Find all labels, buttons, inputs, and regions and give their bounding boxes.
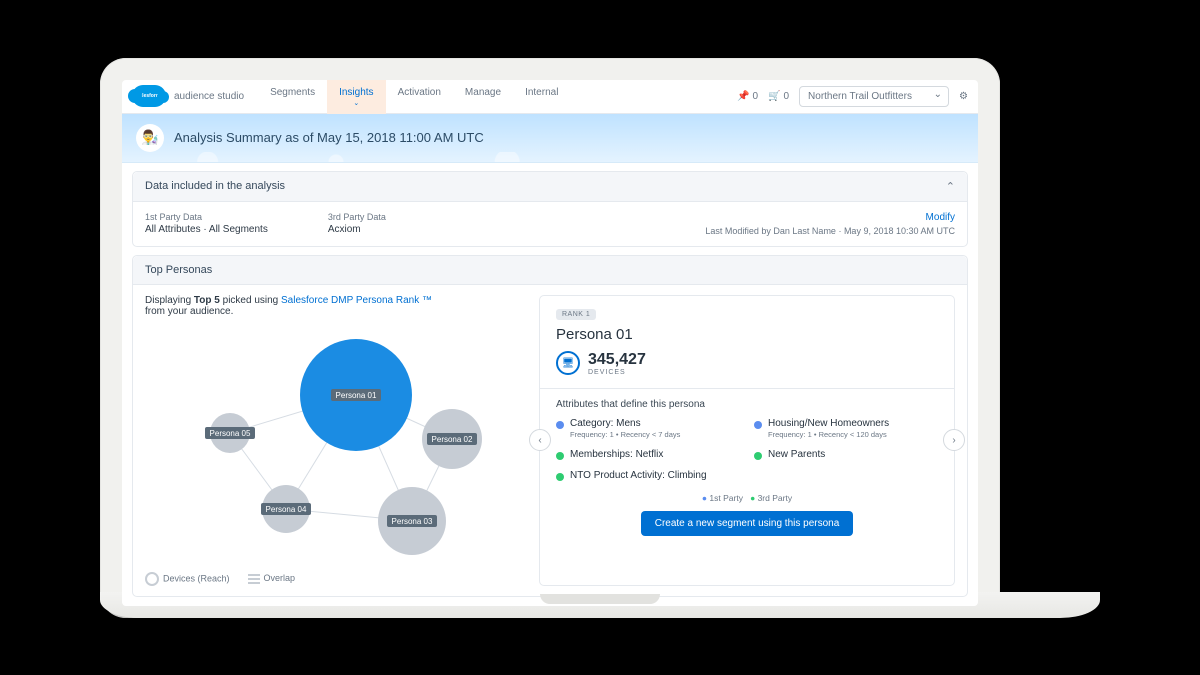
topbar-right: 📌0 🛒0 Northern Trail Outfitters ⚙: [737, 86, 968, 107]
einstein-avatar-icon: 👨‍🔬: [136, 124, 164, 152]
laptop-frame: salesforce audience studio Segments Insi…: [100, 58, 1100, 618]
attribute-item: Memberships: Netflix: [556, 449, 740, 460]
chevron-up-icon[interactable]: ⌃: [946, 180, 955, 193]
attribute-sub: Frequency: 1 • Recency < 120 days: [768, 430, 889, 439]
modify-link[interactable]: Modify: [705, 212, 955, 223]
party-dot-icon: [556, 421, 564, 429]
persona-bubble-label: Persona 03: [392, 517, 433, 526]
attribute-item: NTO Product Activity: Climbing: [556, 470, 740, 481]
device-icon: 🖥: [556, 351, 580, 375]
data-included-title: Data included in the analysis: [145, 180, 285, 192]
rank-badge: RANK 1: [556, 309, 596, 320]
laptop-notch: [540, 594, 660, 604]
product-name: audience studio: [174, 91, 244, 102]
persona-bubble-side: Displaying Top 5 picked using Salesforce…: [145, 295, 527, 586]
persona-bubble-label: Persona 05: [210, 429, 251, 438]
data-included-body: 1st Party Data All Attributes · All Segm…: [133, 202, 967, 246]
cart-icon: 🛒: [768, 91, 780, 102]
attribute-name: Category: Mens: [570, 418, 680, 429]
tab-insights[interactable]: Insights ⌄: [327, 80, 385, 116]
lines-icon: [248, 574, 260, 584]
top-bar: salesforce audience studio Segments Insi…: [122, 80, 978, 114]
pin-icon: 📌: [737, 91, 749, 102]
top-personas-title: Top Personas: [145, 264, 212, 276]
third-party-label: 3rd Party Data: [328, 212, 386, 222]
data-included-header[interactable]: Data included in the analysis ⌃: [133, 172, 967, 202]
persona-bubble-chart: Persona 01 Persona 02 Persona 03 Persona 04…: [145, 323, 527, 563]
app-viewport: salesforce audience studio Segments Insi…: [122, 80, 978, 606]
attribute-sub: Frequency: 1 • Recency < 7 days: [570, 430, 680, 439]
attribute-name: NTO Product Activity: Climbing: [570, 470, 707, 481]
attribute-name: Housing/New Homeowners: [768, 418, 889, 429]
attribute-grid: Category: MensFrequency: 1 • Recency < 7…: [556, 418, 938, 481]
party-dot-icon: [556, 473, 564, 481]
panel-meta: Modify Last Modified by Dan Last Name · …: [705, 212, 955, 236]
first-party-block: 1st Party Data All Attributes · All Segm…: [145, 212, 268, 236]
attribute-item: New Parents: [754, 449, 938, 460]
attribute-name: New Parents: [768, 449, 825, 460]
chevron-down-icon: ⌄: [339, 99, 373, 107]
last-modified: Last Modified by Dan Last Name · May 9, …: [705, 226, 955, 236]
bubble-legend: Devices (Reach) Overlap: [145, 572, 527, 586]
persona-bubble-label: Persona 02: [432, 435, 473, 444]
device-count: 345,427: [588, 351, 646, 369]
prev-persona-button[interactable]: ‹: [529, 429, 551, 451]
third-party-value: Acxiom: [328, 224, 386, 235]
party-legend: ● 1st Party ● 3rd Party: [556, 493, 938, 503]
attributes-heading: Attributes that define this persona: [556, 399, 938, 410]
gear-icon[interactable]: ⚙: [959, 91, 968, 102]
first-party-label: 1st Party Data: [145, 212, 268, 222]
device-row: 🖥 345,427 DEVICES: [556, 351, 938, 376]
create-segment-button[interactable]: Create a new segment using this persona: [641, 511, 854, 536]
salesforce-logo-icon: salesforce: [132, 85, 166, 107]
top-personas-header: Top Personas: [133, 256, 967, 285]
persona-description: Displaying Top 5 picked using Salesforce…: [145, 295, 527, 317]
tab-manage[interactable]: Manage: [453, 80, 513, 116]
first-party-value: All Attributes · All Segments: [145, 224, 268, 235]
nav-tabs: Segments Insights ⌄ Activation Manage In…: [258, 80, 570, 116]
legend-devices: Devices (Reach): [145, 572, 230, 586]
persona-rank-link[interactable]: Salesforce DMP Persona Rank ™: [281, 295, 432, 306]
party-dot-icon: [754, 421, 762, 429]
persona-name: Persona 01: [556, 326, 938, 343]
attribute-item: Category: MensFrequency: 1 • Recency < 7…: [556, 418, 740, 439]
pin-indicator[interactable]: 📌0: [737, 91, 758, 102]
next-persona-button[interactable]: ›: [943, 429, 965, 451]
top-personas-panel: Top Personas Displaying Top 5 picked usi…: [132, 255, 968, 597]
tab-insights-label: Insights: [339, 87, 373, 98]
party-dot-icon: [754, 452, 762, 460]
attribute-name: Memberships: Netflix: [570, 449, 663, 460]
divider: [540, 388, 954, 389]
tab-activation[interactable]: Activation: [386, 80, 453, 116]
device-label: DEVICES: [588, 369, 646, 376]
party-dot-icon: [556, 452, 564, 460]
persona-bubble-label: Persona 01: [336, 391, 377, 400]
tab-segments[interactable]: Segments: [258, 80, 327, 116]
attribute-item: Housing/New HomeownersFrequency: 1 • Rec…: [754, 418, 938, 439]
tab-internal[interactable]: Internal: [513, 80, 570, 116]
data-included-panel: Data included in the analysis ⌃ 1st Part…: [132, 171, 968, 247]
summary-banner: 👨‍🔬 Analysis Summary as of May 15, 2018 …: [122, 114, 978, 163]
top-personas-body: Displaying Top 5 picked using Salesforce…: [133, 285, 967, 596]
third-party-block: 3rd Party Data Acxiom: [328, 212, 386, 236]
screen-bezel: salesforce audience studio Segments Insi…: [100, 58, 1000, 618]
persona-bubble-label: Persona 04: [266, 505, 307, 514]
cart-indicator[interactable]: 🛒0: [768, 91, 789, 102]
circle-icon: [145, 572, 159, 586]
org-selector[interactable]: Northern Trail Outfitters: [799, 86, 949, 107]
legend-overlap: Overlap: [248, 573, 296, 584]
summary-title: Analysis Summary as of May 15, 2018 11:0…: [174, 130, 484, 145]
persona-detail-card: ‹ › RANK 1 Persona 01 🖥 345,427 DEVICES: [539, 295, 955, 586]
